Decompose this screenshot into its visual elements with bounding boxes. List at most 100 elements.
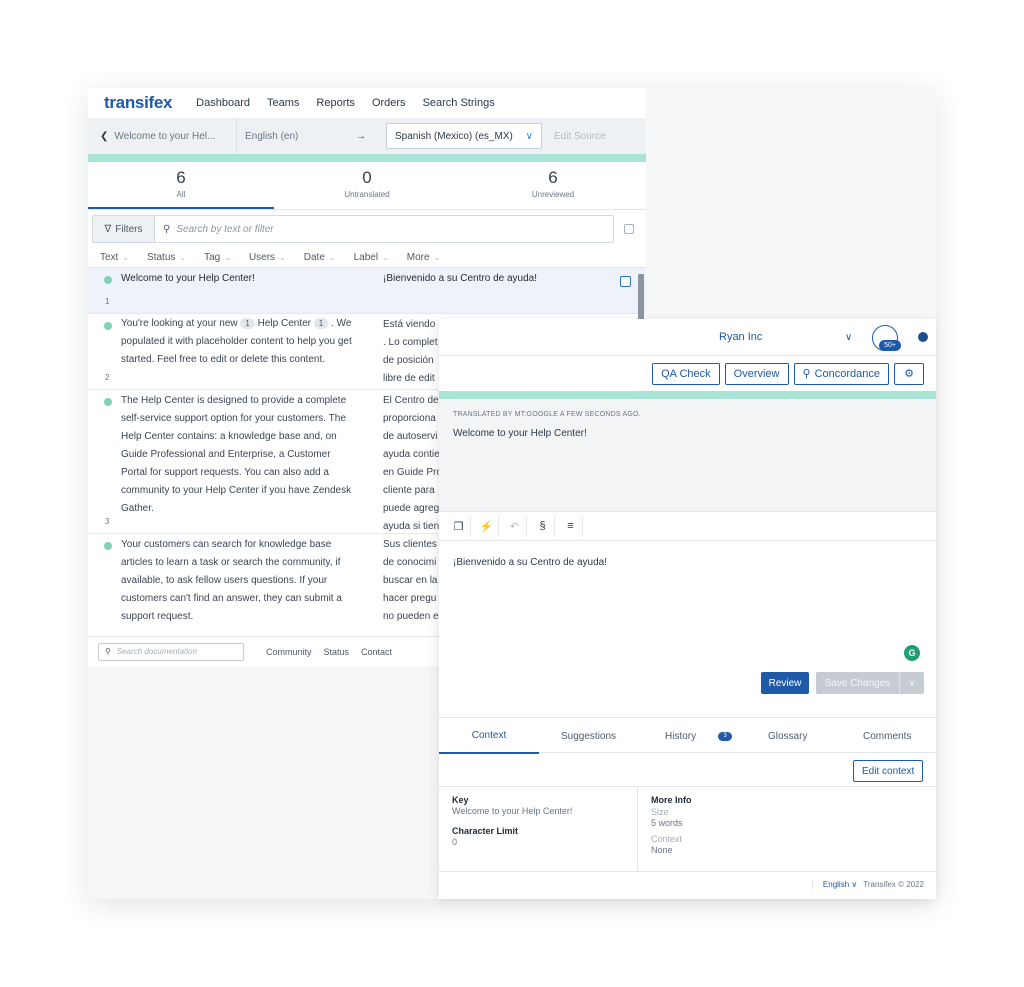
col-status[interactable]: Status ⌄ <box>147 252 186 263</box>
resource-name: Welcome to your Hel... <box>114 130 216 142</box>
col-users[interactable]: Users ⌄ <box>249 252 286 263</box>
nav-reports[interactable]: Reports <box>316 97 355 109</box>
row-number: 3 <box>105 517 110 526</box>
nav-teams[interactable]: Teams <box>267 97 299 109</box>
translation-text[interactable]: ¡Bienvenido a su Centro de ayuda! <box>453 557 922 568</box>
caret-icon: ⌄ <box>328 253 336 262</box>
concordance-button[interactable]: ⚲ Concordance <box>793 362 889 385</box>
top-nav: transifex Dashboard Teams Reports Orders… <box>88 88 646 118</box>
filter-search-input[interactable]: ⚲ Search by text or filter <box>155 224 274 235</box>
detail-header: Ryan Inc ∨ 50+ <box>439 319 936 355</box>
key-value: Welcome to your Help Center! <box>452 806 573 816</box>
table-row[interactable]: Welcome to your Help Center! ¡Bienvenido… <box>88 268 646 314</box>
stat-unreviewed-count: 6 <box>548 168 558 187</box>
chevron-down-icon: ∨ <box>851 880 858 889</box>
col-more[interactable]: More ⌄ <box>407 252 441 263</box>
tab-context[interactable]: Context <box>439 718 539 754</box>
qa-check-button[interactable]: QA Check <box>652 362 720 385</box>
col-status-label: Status <box>147 252 176 263</box>
settings-button[interactable]: ⚙ <box>894 362 924 385</box>
edit-source-button[interactable]: Edit Source <box>554 131 606 142</box>
chevron-down-icon: ∨ <box>525 130 533 142</box>
undo-icon[interactable]: ↶ <box>503 515 527 537</box>
caret-icon: ⌄ <box>433 253 441 262</box>
tab-context-label: Context <box>471 729 507 741</box>
footer-link-status[interactable]: Status <box>324 647 350 657</box>
footer-link-community[interactable]: Community <box>266 647 312 657</box>
row-source-part: You're looking at your new <box>121 318 238 329</box>
tab-suggestions[interactable]: Suggestions <box>561 718 616 754</box>
copy-source-icon[interactable]: ❐ <box>447 515 471 537</box>
overview-button[interactable]: Overview <box>724 362 789 385</box>
placeholder-icon[interactable]: § <box>531 515 555 537</box>
stat-untranslated[interactable]: 0 Untranslated <box>274 162 460 209</box>
character-limit-value: 0 <box>452 837 458 847</box>
edit-context-button[interactable]: Edit context <box>853 760 924 782</box>
translation-editor[interactable]: ¡Bienvenido a su Centro de ayuda! G Revi… <box>439 541 936 717</box>
nav-orders[interactable]: Orders <box>372 97 406 109</box>
nav-dashboard[interactable]: Dashboard <box>196 97 250 109</box>
find-replace-icon[interactable]: ≡ <box>559 515 583 537</box>
row-checkbox[interactable] <box>620 276 631 287</box>
row-source: The Help Center is designed to provide a… <box>121 395 352 514</box>
language-switcher-label: English <box>822 880 850 889</box>
col-label-label: Label <box>353 252 379 263</box>
placeholder-chip[interactable]: 1 <box>240 318 255 329</box>
tab-history-label: History <box>665 730 697 742</box>
review-button[interactable]: Review <box>761 672 809 694</box>
row-source: You're looking at your new 1 Help Center… <box>121 315 353 369</box>
nav-search-strings[interactable]: Search Strings <box>423 97 495 109</box>
gear-icon: ⚙ <box>904 368 914 380</box>
tab-comments-label: Comments <box>863 730 912 742</box>
stat-untranslated-label: Untranslated <box>344 190 390 199</box>
col-date-label: Date <box>303 252 325 263</box>
organization-selector[interactable]: Ryan Inc <box>719 331 762 343</box>
col-tag-label: Tag <box>204 252 221 263</box>
history-count-badge: 3 <box>718 731 733 741</box>
progress-bar <box>88 154 646 162</box>
back-to-resource[interactable]: ❮ Welcome to your Hel... <box>88 131 236 142</box>
save-changes-button[interactable]: Save Changes <box>816 672 899 694</box>
machine-translation-note: Translated by MT:Google a few seconds ag… <box>453 411 641 418</box>
compass-icon[interactable] <box>918 332 928 342</box>
tab-glossary[interactable]: Glossary <box>768 718 807 754</box>
col-label[interactable]: Label ⌄ <box>354 252 389 263</box>
caret-icon: ⌄ <box>224 253 231 262</box>
stat-all[interactable]: 6 All <box>88 162 274 209</box>
status-dot <box>104 276 112 284</box>
size-value: 5 words <box>651 818 683 828</box>
tab-glossary-label: Glossary <box>768 730 808 742</box>
stat-untranslated-count: 0 <box>362 168 372 187</box>
placeholder-chip[interactable]: 1 <box>313 318 329 329</box>
qa-check-label: QA Check <box>661 367 711 380</box>
context-value: None <box>651 845 673 855</box>
caret-icon: ⌄ <box>179 253 187 262</box>
chevron-down-icon[interactable]: ∨ <box>899 672 924 694</box>
detail-progress-bar <box>439 391 936 399</box>
footer-link-contact[interactable]: Contact <box>361 647 392 657</box>
col-text[interactable]: Text ⌄ <box>100 252 129 263</box>
caret-icon: ⌄ <box>122 253 130 262</box>
tab-comments[interactable]: Comments <box>863 718 911 754</box>
context-actions: Edit context <box>439 753 936 787</box>
col-date[interactable]: Date ⌄ <box>304 252 336 263</box>
string-detail-panel: Ryan Inc ∨ 50+ QA Check Overview ⚲ Conco… <box>439 319 936 899</box>
info-divider <box>637 787 638 871</box>
filters-button[interactable]: ∇ Filters <box>93 216 155 242</box>
grammarly-icon[interactable]: G <box>904 645 920 661</box>
filter-search-box[interactable]: ∇ Filters ⚲ Search by text or filter <box>92 215 614 243</box>
col-more-label: More <box>406 252 430 263</box>
stat-unreviewed[interactable]: 6 Unreviewed <box>460 162 646 209</box>
stats-tabs: 6 All 0 Untranslated 6 Unreviewed <box>88 162 646 210</box>
chevron-down-icon[interactable]: ∨ <box>845 332 852 343</box>
lightning-icon[interactable]: ⚡ <box>475 515 499 537</box>
key-heading: Key <box>452 795 469 805</box>
transifex-logo[interactable]: transifex <box>104 93 172 113</box>
col-tag[interactable]: Tag ⌄ <box>204 252 231 263</box>
language-switcher[interactable]: English ∨ <box>811 880 858 889</box>
tab-history[interactable]: History 3 <box>665 718 733 754</box>
scrollbar-thumb[interactable] <box>638 274 644 320</box>
target-language-select[interactable]: Spanish (Mexico) (es_MX) ∨ <box>386 123 542 149</box>
select-all-checkbox[interactable] <box>624 224 634 234</box>
documentation-search-input[interactable]: ⚲ Search documentation <box>98 642 244 661</box>
